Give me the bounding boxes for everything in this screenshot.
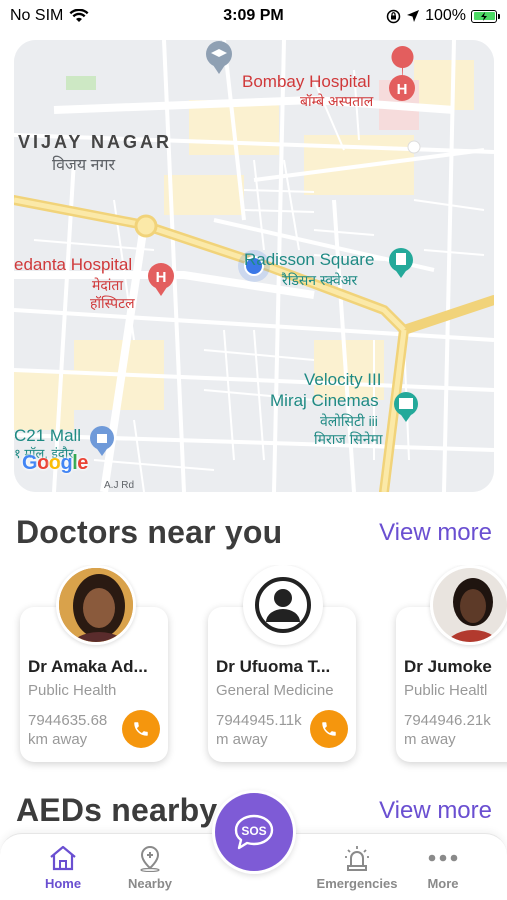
doctor-distance: 7944635.68 km away [28,712,108,748]
tab-home-label: Home [44,876,82,891]
google-logo[interactable]: Google [22,452,88,475]
svg-text:H: H [156,269,167,286]
sos-button[interactable]: SOS [212,790,296,874]
phone-icon [134,722,148,736]
map-label-velocity-hi-2: मिराज सिनेमा [314,431,383,447]
tab-emergencies-label: Emergencies [316,876,398,891]
status-right: 100% [386,7,500,25]
status-left: No SIM [10,7,89,25]
map-label-radisson: Radisson Square [244,250,375,269]
map-label-vijay-nagar: VIJAY NAGAR [18,132,173,152]
battery-icon [471,9,500,23]
battery-percent: 100% [425,7,466,24]
map-label-velocity-1: Velocity III [304,370,382,389]
aeds-view-more-link[interactable]: View more [379,797,492,825]
map-label-bombay-hospital: Bombay Hospital [242,72,371,91]
doctors-carousel[interactable]: Dr Amaka Ad... Public Health 7944635.68 … [0,565,507,775]
doctor-distance: 7944946.21k m away [404,712,491,748]
doctor-avatar-photo [56,565,136,645]
doctor-name: Dr Amaka Ad... [28,657,148,676]
tab-more-label: More [427,876,459,891]
tab-nearby-label: Nearby [127,876,173,891]
sos-chat-icon: SOS [234,814,274,850]
aeds-title: AEDs nearby [16,792,218,828]
map-label-medanta: edanta Hospital [14,255,133,274]
doctor-distance: 7944945.11k m away [216,712,302,748]
carrier-label: No SIM [10,7,64,24]
map-label-medanta-hi-1: मेदांता [92,277,124,293]
doctors-view-more-link[interactable]: View more [379,519,492,547]
tab-nearby[interactable]: Nearby [100,844,200,891]
tab-more[interactable]: More [393,844,493,891]
map-label-bombay-hospital-hi: बॉम्बे अस्पताल [300,93,374,109]
location-arrow-icon [407,10,420,22]
doctor-specialty: Public Healtl [404,682,488,699]
map-label-road: A.J Rd [104,480,135,491]
doctors-header: Doctors near you View more [16,514,492,551]
orientation-lock-icon [386,9,401,23]
map-label-vijay-nagar-hi: विजय नगर [52,157,116,174]
svg-text:H: H [397,81,408,98]
phone-icon [322,722,336,736]
doctor-name: Dr Jumoke [404,657,492,676]
doctor-specialty: General Medicine [216,682,334,699]
call-button[interactable] [122,710,160,748]
sos-label: SOS [241,824,266,838]
call-button[interactable] [310,710,348,748]
tab-home[interactable]: Home [13,844,113,891]
doctor-avatar-photo [430,565,507,645]
map-label-c21-mall: C21 Mall [14,426,82,445]
map-label-velocity-2: Miraj Cinemas [270,391,379,410]
wifi-icon [69,9,89,22]
map-label-medanta-hi-2: हॉस्पिटल [90,295,135,311]
doctor-name: Dr Ufuoma T... [216,657,331,676]
map-label-radisson-hi: रैडिसन स्क्वेअर [282,272,358,288]
location-pin-icon [140,845,160,872]
doctor-specialty: Public Health [28,682,117,699]
map-label-velocity-hi-1: वेलोसिटी iii [320,413,378,429]
more-dots-icon [428,854,458,862]
user-placeholder-icon [243,565,323,645]
doctors-title: Doctors near you [16,514,283,550]
tab-emergencies[interactable]: Emergencies [307,844,407,891]
home-icon [50,845,76,871]
map-view[interactable]: H H Bombay Hospital बॉम्बे अस्पताल VIJAY… [14,40,494,492]
status-bar: No SIM 3:09 PM 100% [0,0,507,32]
siren-icon [345,846,369,871]
